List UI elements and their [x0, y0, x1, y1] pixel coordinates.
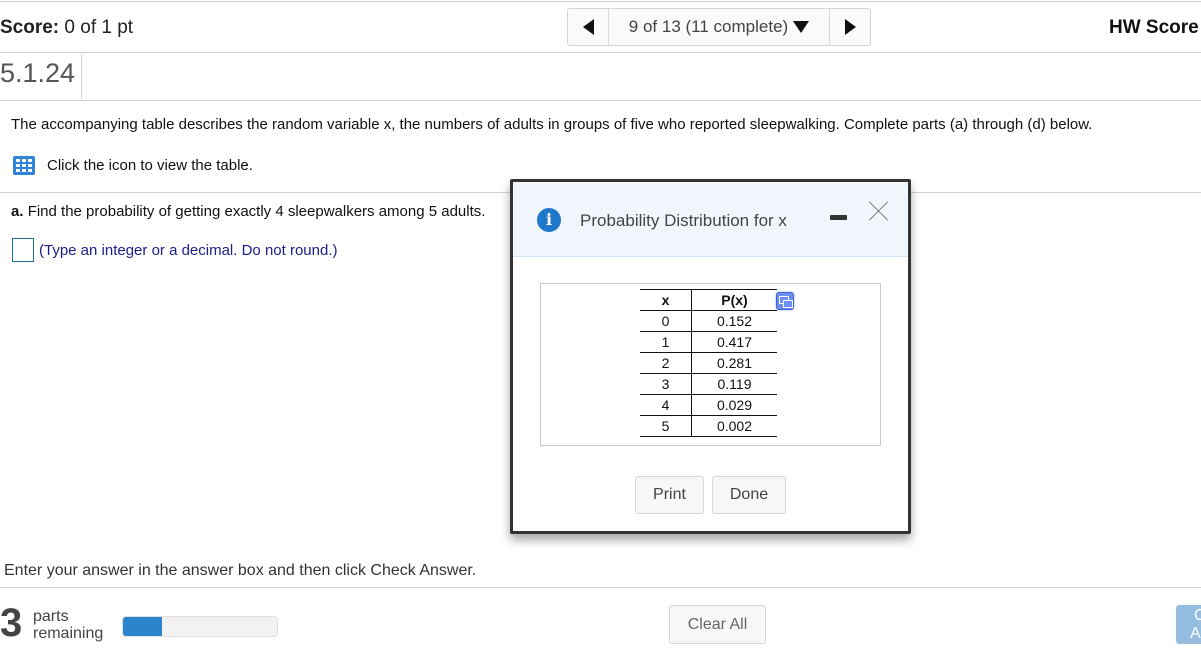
footer-divider	[0, 587, 1201, 588]
table-row: 3 0.119	[640, 373, 777, 395]
table-row: 4 0.029	[640, 394, 777, 416]
parts-remaining-count: 3	[0, 601, 23, 645]
parts-label-line2: remaining	[33, 625, 104, 642]
triangle-down-icon	[793, 21, 810, 33]
view-table-link[interactable]: Click the icon to view the table.	[13, 156, 253, 175]
question-select-dropdown[interactable]: 9 of 13 (11 complete)	[609, 9, 829, 45]
triangle-right-icon	[844, 19, 856, 35]
hw-score-label: HW Score	[1109, 17, 1199, 38]
score-label: Score:	[0, 17, 60, 38]
cell-x: 4	[640, 394, 692, 416]
info-icon: i	[537, 208, 561, 232]
question-number: 5.1.24	[0, 58, 76, 88]
cell-x: 3	[640, 373, 692, 395]
next-question-button[interactable]	[829, 9, 870, 45]
cell-x: 2	[640, 352, 692, 374]
question-navigator: 9 of 13 (11 complete)	[567, 8, 871, 46]
top-divider	[0, 1, 1201, 2]
table-row: 1 0.417	[640, 331, 777, 353]
copy-to-spreadsheet-icon[interactable]	[776, 292, 794, 310]
cell-px: 0.029	[691, 394, 777, 416]
question-divider	[0, 100, 1201, 101]
dialog-title: Probability Distribution for x	[580, 211, 787, 230]
score-display: Score: 0 of 1 pt	[0, 17, 133, 39]
answer-row: (Type an integer or a decimal. Do not ro…	[12, 238, 338, 262]
dialog-header[interactable]: i Probability Distribution for x	[513, 182, 908, 257]
answer-instruction: Enter your answer in the answer box and …	[4, 562, 477, 579]
close-icon[interactable]	[868, 200, 890, 222]
table-header-row: x P(x)	[640, 289, 777, 311]
answer-hint: (Type an integer or a decimal. Do not ro…	[39, 241, 338, 259]
view-table-text: Click the icon to view the table.	[47, 157, 253, 174]
parts-progress-bar	[122, 616, 278, 637]
header-divider	[0, 52, 1201, 53]
cell-px: 0.281	[691, 352, 777, 374]
cell-px: 0.002	[691, 415, 777, 437]
table-row: 0 0.152	[640, 310, 777, 332]
question-position: 9 of 13 (11 complete)	[628, 17, 789, 36]
cell-px: 0.417	[691, 331, 777, 353]
clear-all-button[interactable]: Clear All	[669, 605, 766, 644]
table-grid-icon[interactable]	[13, 156, 35, 175]
table-row: 5 0.002	[640, 415, 777, 437]
cell-px: 0.152	[691, 310, 777, 332]
part-a-label: a.	[11, 203, 24, 220]
distribution-table-frame: x P(x) 0 0.152 1 0.417 2 0.281 3 0.119 4…	[540, 283, 881, 446]
column-header-px: P(x)	[691, 289, 777, 311]
cell-x: 1	[640, 331, 692, 353]
table-row: 2 0.281	[640, 352, 777, 374]
minimize-icon[interactable]	[830, 215, 847, 220]
question-number-divider	[81, 54, 82, 99]
cell-x: 0	[640, 310, 692, 332]
score-value: 0 of 1 pt	[64, 17, 134, 38]
done-button[interactable]: Done	[712, 476, 786, 514]
question-intro: The accompanying table describes the ran…	[11, 116, 1093, 133]
probability-distribution-dialog: i Probability Distribution for x x P(x) …	[510, 179, 911, 534]
answer-input[interactable]	[12, 238, 34, 262]
print-button[interactable]: Print	[635, 476, 704, 514]
check-answer-button[interactable]: Check Answer	[1176, 605, 1201, 644]
cell-x: 5	[640, 415, 692, 437]
column-header-x: x	[640, 289, 692, 311]
previous-question-button[interactable]	[568, 9, 609, 45]
cell-px: 0.119	[691, 373, 777, 395]
parts-label-line1: parts	[33, 608, 69, 625]
distribution-table: x P(x) 0 0.152 1 0.417 2 0.281 3 0.119 4…	[640, 289, 777, 437]
parts-remaining-label: parts remaining	[33, 608, 103, 642]
triangle-left-icon	[582, 19, 594, 35]
part-a-prompt: a. Find the probability of getting exact…	[11, 203, 485, 220]
parts-progress-fill	[123, 617, 162, 636]
part-a-text: Find the probability of getting exactly …	[27, 203, 486, 220]
